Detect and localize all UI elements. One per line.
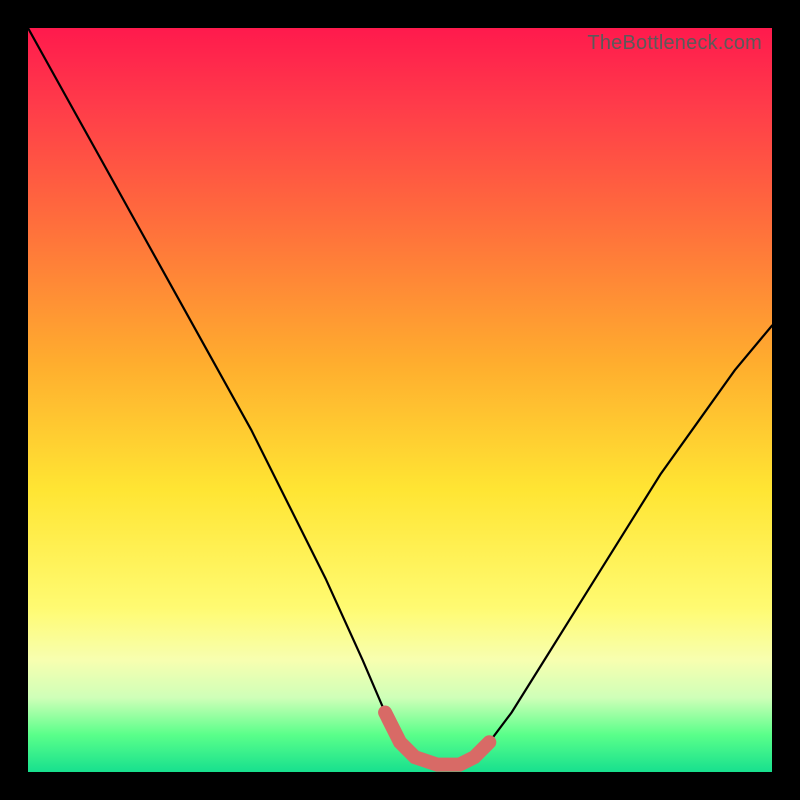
chart-plot-area: TheBottleneck.com [28,28,772,772]
chart-highlight [385,713,489,765]
chart-overlay [28,28,772,772]
chart-curve [28,28,772,765]
chart-frame: TheBottleneck.com [0,0,800,800]
